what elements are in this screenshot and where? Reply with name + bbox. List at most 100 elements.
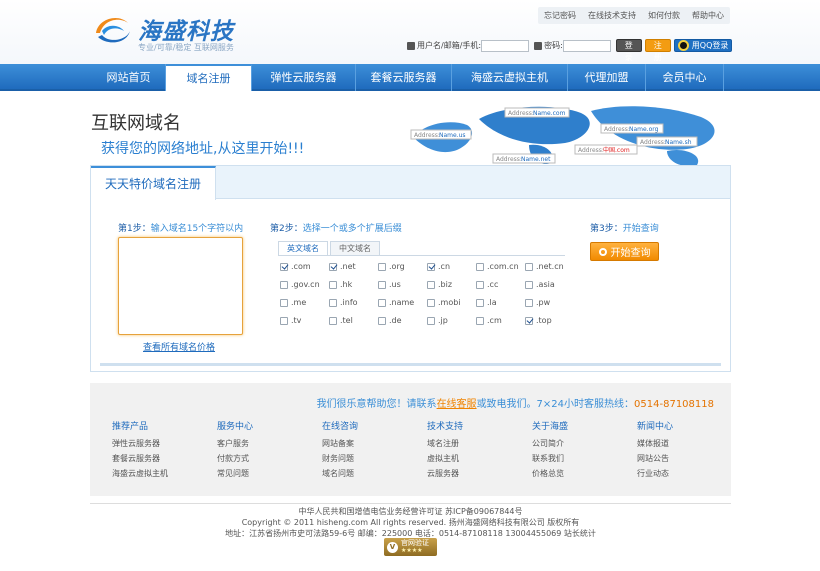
start-search-button[interactable]: 开始查询 bbox=[590, 242, 659, 261]
extension-checkbox[interactable] bbox=[427, 316, 435, 325]
extension-checkbox[interactable] bbox=[427, 262, 435, 271]
footer-link[interactable]: 套餐云服务器 bbox=[112, 451, 217, 466]
footer-link[interactable]: 海盛云虚拟主机 bbox=[112, 466, 217, 481]
footer-link[interactable]: 云服务器 bbox=[427, 466, 532, 481]
extension-checkbox[interactable] bbox=[378, 280, 386, 289]
nav-item-5[interactable]: 海盛云虚拟主机 bbox=[452, 64, 568, 91]
nav-item-3[interactable]: 弹性云服务器 bbox=[252, 64, 356, 91]
help-center-link[interactable]: 帮助中心 bbox=[692, 10, 724, 21]
extension-checkbox[interactable] bbox=[378, 316, 386, 325]
footer-column-title[interactable]: 服务中心 bbox=[217, 419, 322, 432]
extension-checkbox[interactable] bbox=[525, 262, 533, 271]
extension-option[interactable]: .cm bbox=[476, 316, 525, 325]
extension-option[interactable]: .com.cn bbox=[476, 262, 525, 271]
extension-option[interactable]: .me bbox=[280, 298, 329, 307]
extension-checkbox[interactable] bbox=[525, 316, 533, 325]
extension-option[interactable]: .biz bbox=[427, 280, 476, 289]
footer-link[interactable]: 行业动态 bbox=[637, 466, 742, 481]
extension-option[interactable]: .la bbox=[476, 298, 525, 307]
footer-link[interactable]: 网站备案 bbox=[322, 436, 427, 451]
username-input[interactable] bbox=[481, 39, 530, 52]
extension-option[interactable]: .de bbox=[378, 316, 427, 325]
extension-checkbox[interactable] bbox=[329, 298, 337, 307]
extension-option[interactable]: .net bbox=[329, 262, 378, 271]
online-service-link[interactable]: 在线客服 bbox=[437, 399, 477, 410]
extension-checkbox[interactable] bbox=[329, 280, 337, 289]
nav-item-1[interactable]: 网站首页 bbox=[92, 64, 166, 91]
footer-link[interactable]: 联系我们 bbox=[532, 451, 637, 466]
extension-option[interactable]: .net.cn bbox=[525, 262, 574, 271]
extension-option[interactable]: .us bbox=[378, 280, 427, 289]
footer-link[interactable]: 财务问题 bbox=[322, 451, 427, 466]
footer-column-title[interactable]: 在线咨询 bbox=[322, 419, 427, 432]
map-label-3: Address: Name.org bbox=[600, 123, 664, 134]
footer-link[interactable]: 虚拟主机 bbox=[427, 451, 532, 466]
extension-checkbox[interactable] bbox=[280, 298, 288, 307]
extension-option[interactable]: .gov.cn bbox=[280, 280, 329, 289]
extension-option[interactable]: .tel bbox=[329, 316, 378, 325]
extension-option[interactable]: .top bbox=[525, 316, 574, 325]
extension-option[interactable]: .info bbox=[329, 298, 378, 307]
nav-item-7[interactable]: 会员中心 bbox=[646, 64, 724, 91]
extension-option[interactable]: .mobi bbox=[427, 298, 476, 307]
domain-input[interactable] bbox=[118, 237, 243, 335]
footer-link[interactable]: 常见问题 bbox=[217, 466, 322, 481]
qq-login-button[interactable]: 用QQ登录 bbox=[673, 39, 733, 52]
verify-badge[interactable]: V 官网验证 ★★★★ bbox=[384, 538, 437, 556]
tab-chinese-domains[interactable]: 中文域名 bbox=[330, 241, 380, 256]
footer-link[interactable]: 价格总览 bbox=[532, 466, 637, 481]
tab-daily-special[interactable]: 天天特价域名注册 bbox=[91, 166, 216, 200]
footer-column-title[interactable]: 推荐产品 bbox=[112, 419, 217, 432]
tab-english-domains[interactable]: 英文域名 bbox=[278, 241, 328, 256]
extension-checkbox[interactable] bbox=[476, 316, 484, 325]
footer-link[interactable]: 付款方式 bbox=[217, 451, 322, 466]
footer-link[interactable]: 媒体报道 bbox=[637, 436, 742, 451]
footer-column-title[interactable]: 技术支持 bbox=[427, 419, 532, 432]
footer-link[interactable]: 弹性云服务器 bbox=[112, 436, 217, 451]
register-button[interactable]: 注册 bbox=[644, 39, 671, 62]
footer-link[interactable]: 客户服务 bbox=[217, 436, 322, 451]
footer-link[interactable]: 网站公告 bbox=[637, 451, 742, 466]
extension-checkbox[interactable] bbox=[329, 262, 337, 271]
extension-checkbox[interactable] bbox=[476, 298, 484, 307]
nav-item-4[interactable]: 套餐云服务器 bbox=[356, 64, 452, 91]
nav-item-6[interactable]: 代理加盟 bbox=[568, 64, 646, 91]
extension-option[interactable]: .name bbox=[378, 298, 427, 307]
extension-option[interactable]: .org bbox=[378, 262, 427, 271]
online-support-link[interactable]: 在线技术支持 bbox=[588, 10, 636, 21]
footer-link[interactable]: 域名注册 bbox=[427, 436, 532, 451]
extension-option[interactable]: .tv bbox=[280, 316, 329, 325]
extension-checkbox[interactable] bbox=[329, 316, 337, 325]
extension-checkbox[interactable] bbox=[378, 298, 386, 307]
brand-name[interactable]: 海盛科技 bbox=[138, 12, 234, 46]
forgot-password-link[interactable]: 忘记密码 bbox=[544, 10, 576, 21]
extension-checkbox[interactable] bbox=[378, 262, 386, 271]
extension-checkbox[interactable] bbox=[525, 298, 533, 307]
extension-option[interactable]: .pw bbox=[525, 298, 574, 307]
extension-option[interactable]: .cc bbox=[476, 280, 525, 289]
password-input[interactable] bbox=[562, 39, 611, 52]
footer-link[interactable]: 公司简介 bbox=[532, 436, 637, 451]
extension-checkbox[interactable] bbox=[427, 298, 435, 307]
extension-checkbox[interactable] bbox=[280, 316, 288, 325]
footer-column-title[interactable]: 关于海盛 bbox=[532, 419, 637, 432]
extension-checkbox[interactable] bbox=[525, 280, 533, 289]
extension-option[interactable]: .cn bbox=[427, 262, 476, 271]
extension-option[interactable]: .com bbox=[280, 262, 329, 271]
footer-link[interactable]: 域名问题 bbox=[322, 466, 427, 481]
extension-option[interactable]: .asia bbox=[525, 280, 574, 289]
logo-icon[interactable] bbox=[92, 11, 132, 51]
how-to-pay-link[interactable]: 如何付款 bbox=[648, 10, 680, 21]
nav-item-2[interactable]: 域名注册 bbox=[166, 64, 252, 91]
extension-checkbox[interactable] bbox=[427, 280, 435, 289]
all-prices-link[interactable]: 查看所有域名价格 bbox=[143, 340, 215, 353]
footer-column-title[interactable]: 新闻中心 bbox=[637, 419, 742, 432]
login-button[interactable]: 登录 bbox=[615, 39, 642, 62]
extension-checkbox[interactable] bbox=[280, 280, 288, 289]
extension-checkbox[interactable] bbox=[476, 280, 484, 289]
extension-checkbox[interactable] bbox=[280, 262, 288, 271]
extension-option[interactable]: .hk bbox=[329, 280, 378, 289]
extension-checkbox[interactable] bbox=[476, 262, 484, 271]
extension-option[interactable]: .jp bbox=[427, 316, 476, 325]
footer-column: 推荐产品弹性云服务器 套餐云服务器 海盛云虚拟主机 bbox=[112, 419, 217, 481]
